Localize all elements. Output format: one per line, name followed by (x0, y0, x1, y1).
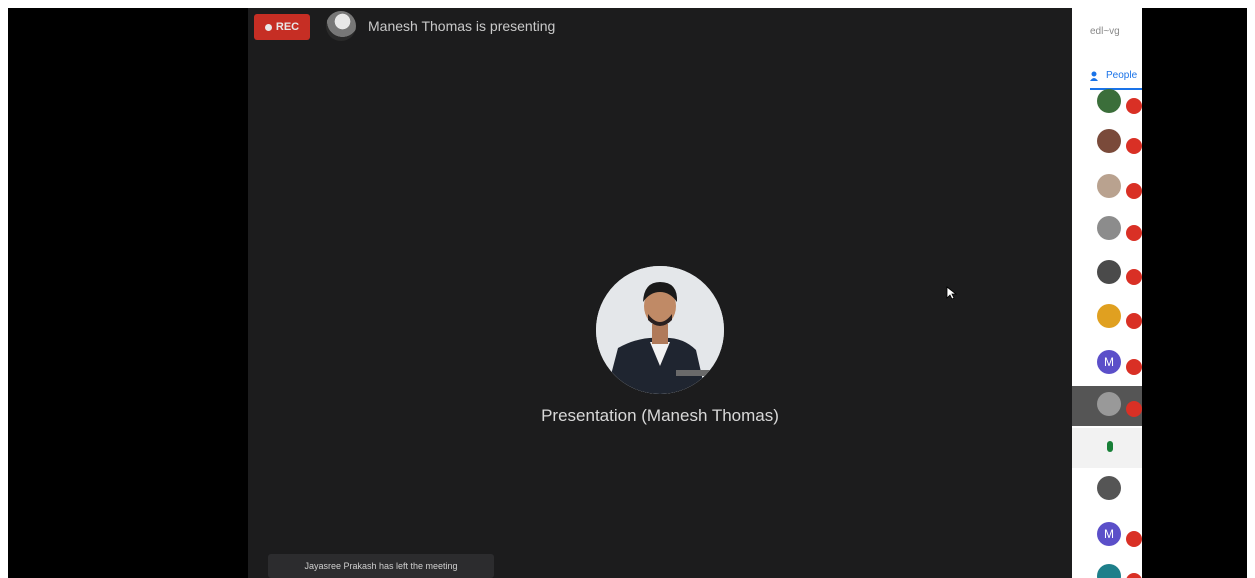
participant-avatar (1097, 174, 1121, 198)
participant-avatar (1097, 129, 1121, 153)
mouse-pointer-icon (946, 286, 958, 300)
presenter-avatar (326, 11, 356, 41)
muted-badge-icon (1126, 138, 1142, 154)
participant-avatar (1097, 476, 1121, 500)
letterbox-right (1142, 8, 1247, 578)
muted-badge-icon (1126, 225, 1142, 241)
muted-badge-icon (1126, 98, 1142, 114)
muted-badge-icon (1126, 183, 1142, 199)
record-dot-icon (264, 23, 272, 31)
participant-avatar: M (1097, 522, 1121, 546)
left-meeting-toast: Jayasree Prakash has left the meeting (268, 554, 494, 578)
letterbox-left (8, 8, 248, 578)
participant-avatar (1097, 216, 1121, 240)
muted-badge-icon (1126, 531, 1142, 547)
participant-row[interactable] (1072, 83, 1142, 123)
participant-avatar (1097, 392, 1121, 416)
muted-badge-icon (1126, 401, 1142, 417)
panel-search-text[interactable]: edl~vg (1090, 26, 1120, 37)
recording-badge: REC (254, 14, 310, 40)
participant-row[interactable] (1072, 254, 1142, 294)
meeting-stage: REC Manesh Thomas is presenting Presenta… (248, 8, 1072, 578)
tab-people-label: People (1106, 70, 1138, 81)
participant-row[interactable] (1072, 470, 1142, 510)
participant-row[interactable] (1072, 168, 1142, 208)
people-panel: edl~vg People M M (1072, 8, 1142, 578)
participant-avatar (1097, 564, 1121, 578)
people-icon (1090, 71, 1098, 81)
participant-avatar (1097, 260, 1121, 284)
participant-avatar (1097, 304, 1121, 328)
participant-row[interactable]: M (1072, 344, 1142, 384)
participant-row[interactable] (1072, 123, 1142, 163)
presentation-label: Presentation (Manesh Thomas) (541, 406, 779, 425)
tab-people[interactable]: People (1090, 70, 1137, 81)
participant-row[interactable] (1072, 558, 1142, 578)
muted-badge-icon (1126, 313, 1142, 329)
participant-avatar (1097, 89, 1121, 113)
presenting-banner: Manesh Thomas is presenting (368, 18, 556, 34)
muted-badge-icon (1126, 269, 1142, 285)
participant-avatar: M (1097, 350, 1121, 374)
rec-label: REC (275, 21, 300, 33)
muted-badge-icon (1126, 359, 1142, 375)
participant-row[interactable] (1072, 386, 1142, 426)
participant-row[interactable]: M (1072, 516, 1142, 556)
mic-icon (1107, 441, 1113, 452)
participant-row[interactable] (1072, 298, 1142, 338)
participant-row[interactable] (1072, 428, 1142, 468)
participant-row[interactable] (1072, 210, 1142, 250)
muted-badge-icon (1126, 573, 1142, 578)
presenter-main-avatar (596, 266, 724, 394)
